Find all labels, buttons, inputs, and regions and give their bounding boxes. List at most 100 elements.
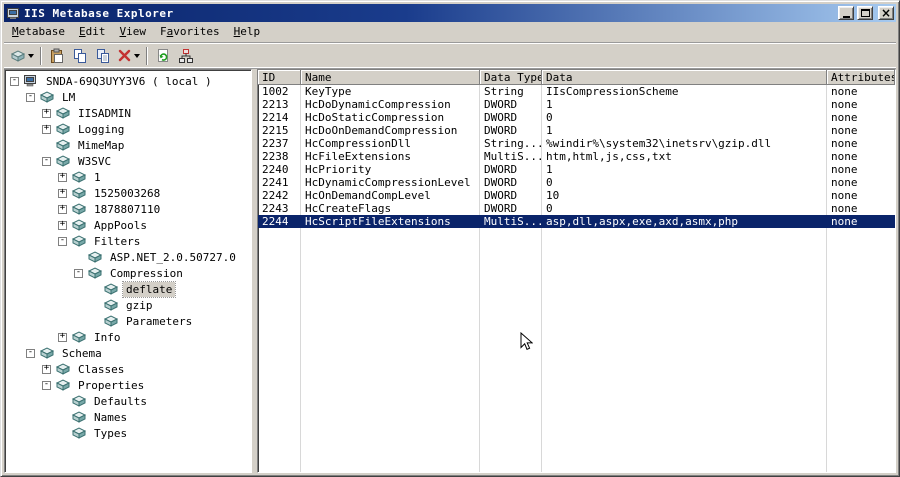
connect-computer-button[interactable]: [175, 45, 197, 67]
tree-item-gzip[interactable]: gzip: [5, 297, 251, 313]
tree-item-label: deflate: [121, 280, 177, 298]
table-row-2215[interactable]: 2215 HcDoOnDemandCompression DWORD 1 non…: [258, 124, 895, 137]
delete-button[interactable]: [115, 45, 142, 67]
menu-help[interactable]: Help: [227, 23, 268, 41]
table-row-2241[interactable]: 2241 HcDynamicCompressionLevel DWORD 0 n…: [258, 176, 895, 189]
cell-name: HcScriptFileExtensions: [305, 215, 451, 228]
expand-toggle-icon[interactable]: [58, 172, 67, 182]
column-header[interactable]: Data Type: [480, 70, 542, 85]
tree-item-label: ASP.NET_2.0.50727.0: [110, 250, 236, 264]
tree-item-label: Logging: [78, 122, 125, 136]
menu-metabase[interactable]: Metabase: [5, 23, 72, 41]
tree-item-lm[interactable]: LM: [5, 89, 251, 105]
new-key-button[interactable]: [8, 45, 36, 67]
menu-label-post: vorites: [173, 25, 220, 38]
tree-item-iisadmin[interactable]: IISADMIN: [5, 105, 251, 121]
table-row-2243[interactable]: 2243 HcCreateFlags DWORD 0 none: [258, 202, 895, 215]
expand-toggle-icon[interactable]: [42, 364, 51, 374]
expand-toggle-icon[interactable]: [10, 76, 19, 86]
cell-attributes: none: [831, 98, 858, 111]
node-icon: [102, 282, 120, 296]
tree-item-apppools[interactable]: AppPools: [5, 217, 251, 233]
expand-toggle-icon[interactable]: [42, 156, 51, 166]
maximize-button[interactable]: [857, 6, 873, 20]
connect-computer-icon: [179, 48, 193, 63]
tree-item-snda-69q3uyy3v6[interactable]: SNDA-69Q3UYY3V6 ( local ): [5, 73, 251, 89]
menu-edit[interactable]: Edit: [72, 23, 113, 41]
expand-toggle-icon[interactable]: [42, 380, 51, 390]
tree-item-asp-net-2-0-50727-0[interactable]: ASP.NET_2.0.50727.0: [5, 249, 251, 265]
cell-name: HcCreateFlags: [305, 202, 392, 215]
cell-name: HcCompressionDll: [305, 137, 411, 150]
tree-item-properties[interactable]: Properties: [5, 377, 251, 393]
tree-item-1878807110[interactable]: 1878807110: [5, 201, 251, 217]
expand-toggle-icon[interactable]: [58, 220, 67, 230]
tree-item-label: SNDA-69Q3UYY3V6 ( local ): [46, 74, 212, 88]
table-row-2240[interactable]: 2240 HcPriority DWORD 1 none: [258, 163, 895, 176]
menu-view[interactable]: View: [112, 23, 153, 41]
refresh-button[interactable]: [152, 45, 174, 67]
table-row-2238[interactable]: 2238 HcFileExtensions MultiS... htm,html…: [258, 150, 895, 163]
toolbar-separator: [146, 46, 148, 65]
tree-item-logging[interactable]: Logging: [5, 121, 251, 137]
expand-toggle-icon[interactable]: [26, 348, 35, 358]
tree-item-info[interactable]: Info: [5, 329, 251, 345]
tree-item-filters[interactable]: Filters: [5, 233, 251, 249]
cell-id: 2241: [262, 176, 289, 189]
delete-icon: [118, 49, 131, 62]
node-icon: [38, 90, 56, 104]
cell-name: HcDoStaticCompression: [305, 111, 445, 124]
table-row-2213[interactable]: 2213 HcDoDynamicCompression DWORD 1 none: [258, 98, 895, 111]
table-row-2214[interactable]: 2214 HcDoStaticCompression DWORD 0 none: [258, 111, 895, 124]
tree-item-label: Defaults: [94, 394, 147, 408]
column-header[interactable]: Attributes: [827, 70, 895, 85]
table-row-2237[interactable]: 2237 HcCompressionDll String... %windir%…: [258, 137, 895, 150]
tree-item-parameters[interactable]: Parameters: [5, 313, 251, 329]
tree-item-classes[interactable]: Classes: [5, 361, 251, 377]
tree-item-label: LM: [62, 90, 76, 104]
column-header[interactable]: Data: [542, 70, 827, 85]
cell-data-type: DWORD: [484, 202, 518, 215]
app-icon[interactable]: [6, 6, 21, 20]
cell-data-type: DWORD: [484, 189, 518, 202]
expand-toggle-icon[interactable]: [58, 204, 67, 214]
column-header[interactable]: ID: [258, 70, 301, 85]
tree-item-1[interactable]: 1: [5, 169, 251, 185]
expand-toggle-icon[interactable]: [26, 92, 35, 102]
tree-item-schema[interactable]: Schema: [5, 345, 251, 361]
minimize-button[interactable]: [838, 6, 854, 20]
title-bar[interactable]: IIS Metabase Explorer: [4, 4, 896, 22]
column-header[interactable]: Name: [301, 70, 480, 85]
expand-toggle-icon[interactable]: [58, 188, 67, 198]
node-icon: [70, 426, 88, 440]
table-row-1002[interactable]: 1002 KeyType String IIsCompressionScheme…: [258, 85, 895, 98]
tree-item-compression[interactable]: Compression: [5, 265, 251, 281]
menu-favorites[interactable]: Favorites: [153, 23, 227, 41]
expand-toggle-icon[interactable]: [74, 268, 83, 278]
cell-id: 2244: [262, 215, 289, 228]
cell-id: 2243: [262, 202, 289, 215]
table-row-2242[interactable]: 2242 HcOnDemandCompLevel DWORD 10 none: [258, 189, 895, 202]
tree-item-w3svc[interactable]: W3SVC: [5, 153, 251, 169]
tree-item-mimemap[interactable]: MimeMap: [5, 137, 251, 153]
copy-button[interactable]: [69, 45, 91, 67]
tree-item-names[interactable]: Names: [5, 409, 251, 425]
table-row-2244[interactable]: 2244 HcScriptFileExtensions MultiS... as…: [258, 215, 895, 228]
cell-attributes: none: [831, 137, 858, 150]
paste-button[interactable]: [46, 45, 68, 67]
node-icon: [86, 250, 104, 264]
cell-data-type: DWORD: [484, 124, 518, 137]
tree-item-defaults[interactable]: Defaults: [5, 393, 251, 409]
expand-toggle-icon[interactable]: [42, 124, 51, 134]
tree-item-deflate[interactable]: deflate: [5, 280, 251, 298]
tree-item-1525003268[interactable]: 1525003268: [5, 185, 251, 201]
close-button[interactable]: [878, 6, 894, 20]
duplicate-button[interactable]: [92, 45, 114, 67]
expand-toggle-icon[interactable]: [58, 332, 67, 342]
expand-toggle-icon[interactable]: [42, 108, 51, 118]
tree-item-types[interactable]: Types: [5, 425, 251, 441]
menu-label-post: dit: [85, 25, 106, 38]
duplicate-icon: [97, 48, 109, 63]
dropdown-arrow-icon: [28, 53, 34, 58]
expand-toggle-icon[interactable]: [58, 236, 67, 246]
